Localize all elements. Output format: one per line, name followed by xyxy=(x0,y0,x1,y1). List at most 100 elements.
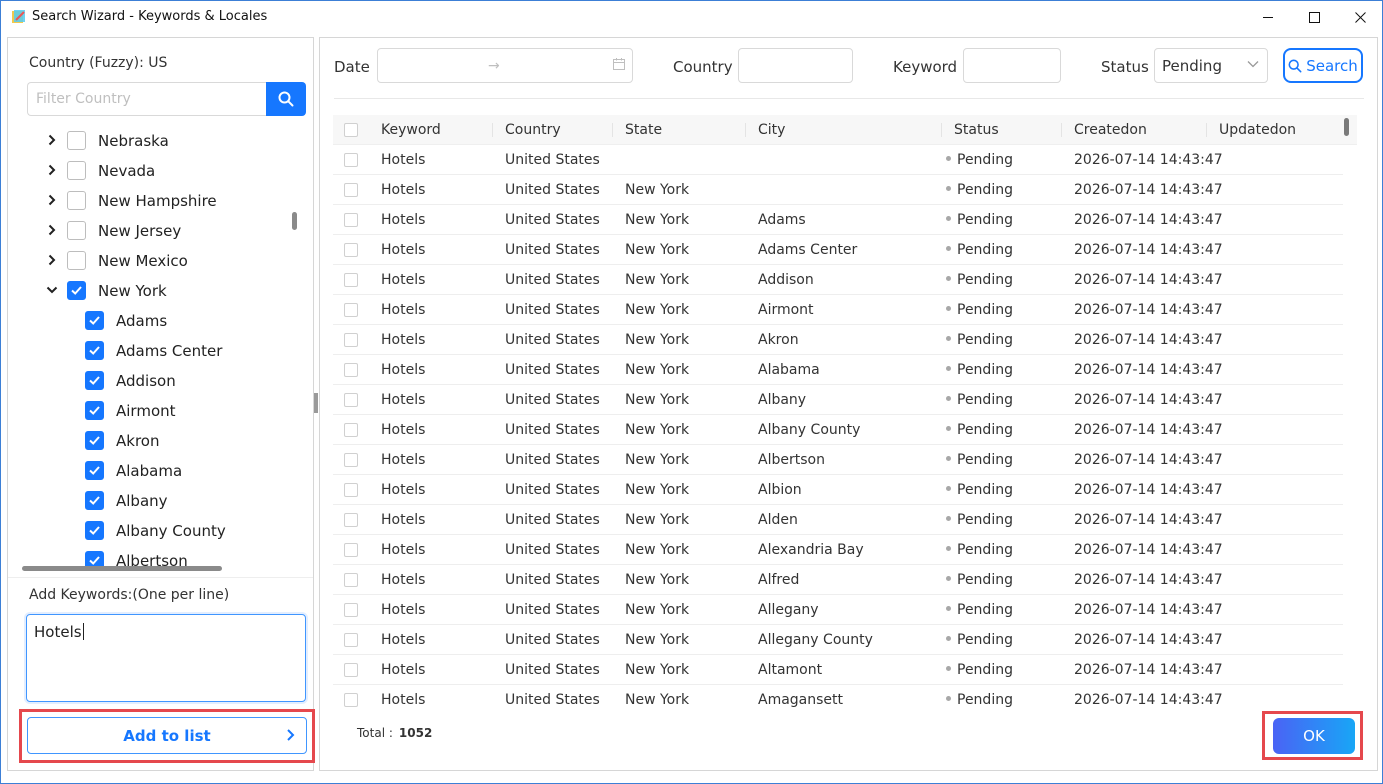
row-checkbox[interactable] xyxy=(344,453,358,467)
close-button[interactable] xyxy=(1337,1,1383,33)
column-header[interactable]: Country xyxy=(505,122,561,138)
tree-item[interactable]: Alabama xyxy=(8,456,298,486)
chevron-down-icon[interactable] xyxy=(46,284,58,296)
column-divider[interactable] xyxy=(745,123,746,137)
table-row[interactable]: Hotels United States New York Adams Center P… xyxy=(333,235,1343,265)
table-row[interactable]: Hotels United States New York Alfred Pending… xyxy=(333,565,1343,595)
select-all-checkbox[interactable] xyxy=(344,123,358,137)
chevron-right-icon[interactable] xyxy=(46,254,58,266)
tree-item-checkbox[interactable] xyxy=(67,281,86,300)
row-checkbox[interactable] xyxy=(344,363,358,377)
column-header[interactable]: Keyword xyxy=(381,122,441,138)
keyword-filter-input[interactable] xyxy=(963,48,1061,83)
keywords-textarea[interactable]: Hotels xyxy=(26,614,306,702)
tree-item[interactable]: Akron xyxy=(8,426,298,456)
tree-item[interactable]: Adams xyxy=(8,306,298,336)
table-row[interactable]: Hotels United States New York Airmont Pendin… xyxy=(333,295,1343,325)
maximize-button[interactable] xyxy=(1291,1,1337,33)
tree-item[interactable]: New Mexico xyxy=(8,246,298,276)
column-divider[interactable] xyxy=(1061,123,1062,137)
row-checkbox[interactable] xyxy=(344,213,358,227)
chevron-right-icon[interactable] xyxy=(46,134,58,146)
tree-item-checkbox[interactable] xyxy=(67,251,86,270)
tree-item[interactable]: Nebraska xyxy=(8,126,298,156)
column-header[interactable]: Updatedon xyxy=(1219,122,1296,138)
row-checkbox[interactable] xyxy=(344,513,358,527)
table-row[interactable]: Hotels United States New York Alabama Pendin… xyxy=(333,355,1343,385)
tree-item[interactable]: New York xyxy=(8,276,298,306)
tree-item-checkbox[interactable] xyxy=(67,161,86,180)
column-divider[interactable] xyxy=(941,123,942,137)
chevron-right-icon[interactable] xyxy=(46,194,58,206)
tree-item[interactable]: Airmont xyxy=(8,396,298,426)
row-checkbox[interactable] xyxy=(344,693,358,707)
tree-item[interactable]: Adams Center xyxy=(8,336,298,366)
table-row[interactable]: Hotels United States New York Adams Pending 2… xyxy=(333,205,1343,235)
row-checkbox[interactable] xyxy=(344,183,358,197)
column-divider[interactable] xyxy=(1206,123,1207,137)
column-divider[interactable] xyxy=(492,123,493,137)
ok-button[interactable]: OK xyxy=(1273,718,1355,754)
table-row[interactable]: Hotels United States New York Albany County… xyxy=(333,415,1343,445)
tree-item-checkbox[interactable] xyxy=(67,191,86,210)
row-checkbox[interactable] xyxy=(344,393,358,407)
search-button[interactable]: Search xyxy=(1283,48,1363,83)
row-checkbox[interactable] xyxy=(344,543,358,557)
tree-item-checkbox[interactable] xyxy=(85,371,104,390)
row-checkbox[interactable] xyxy=(344,633,358,647)
tree-vertical-scrollbar[interactable] xyxy=(292,212,297,230)
table-row[interactable]: Hotels United States New York Alden Pending 2… xyxy=(333,505,1343,535)
tree-horizontal-scrollbar[interactable] xyxy=(22,566,222,571)
table-row[interactable]: Hotels United States New York Pending 2026-0… xyxy=(333,175,1343,205)
row-checkbox[interactable] xyxy=(344,333,358,347)
tree-item[interactable]: Addison xyxy=(8,366,298,396)
add-to-list-button[interactable]: Add to list xyxy=(27,717,307,754)
tree-item-checkbox[interactable] xyxy=(85,341,104,360)
table-vertical-scrollbar[interactable] xyxy=(1344,118,1349,136)
row-checkbox[interactable] xyxy=(344,483,358,497)
row-checkbox[interactable] xyxy=(344,273,358,287)
tree-item-checkbox[interactable] xyxy=(85,311,104,330)
tree-item-checkbox[interactable] xyxy=(85,431,104,450)
filter-country-field[interactable] xyxy=(27,82,267,116)
column-header[interactable]: Status xyxy=(954,122,999,138)
row-checkbox[interactable] xyxy=(344,603,358,617)
tree-item[interactable]: Nevada xyxy=(8,156,298,186)
filter-search-button[interactable] xyxy=(266,82,306,116)
tree-item-checkbox[interactable] xyxy=(67,131,86,150)
country-filter-input[interactable] xyxy=(738,48,853,83)
column-divider[interactable] xyxy=(612,123,613,137)
table-row[interactable]: Hotels United States New York Amagansett Pen… xyxy=(333,685,1343,707)
tree-item-checkbox[interactable] xyxy=(67,221,86,240)
filter-country-input[interactable] xyxy=(28,83,267,115)
table-row[interactable]: Hotels United States New York Albertson Pend… xyxy=(333,445,1343,475)
table-row[interactable]: Hotels United States New York Addison Pendin… xyxy=(333,265,1343,295)
tree-item-checkbox[interactable] xyxy=(85,521,104,540)
tree-item[interactable]: Albany xyxy=(8,486,298,516)
column-header[interactable]: Createdon xyxy=(1074,122,1147,138)
tree-item-checkbox[interactable] xyxy=(85,401,104,420)
table-row[interactable]: Hotels United States New York Akron Pending 2… xyxy=(333,325,1343,355)
chevron-right-icon[interactable] xyxy=(46,224,58,236)
row-checkbox[interactable] xyxy=(344,243,358,257)
status-select[interactable]: Pending xyxy=(1154,48,1268,83)
table-row[interactable]: Hotels United States New York Allegany Pendi… xyxy=(333,595,1343,625)
table-row[interactable]: Hotels United States New York Albany Pending… xyxy=(333,385,1343,415)
column-header[interactable]: City xyxy=(758,122,785,138)
table-row[interactable]: Hotels United States Pending 2026-07-14 14:… xyxy=(333,145,1343,175)
table-row[interactable]: Hotels United States New York Albion Pending… xyxy=(333,475,1343,505)
row-checkbox[interactable] xyxy=(344,303,358,317)
panel-splitter[interactable] xyxy=(314,393,318,413)
table-row[interactable]: Hotels United States New York Allegany Coun… xyxy=(333,625,1343,655)
column-header[interactable]: State xyxy=(625,122,662,138)
table-row[interactable]: Hotels United States New York Altamont Pendi… xyxy=(333,655,1343,685)
minimize-button[interactable] xyxy=(1245,1,1291,33)
row-checkbox[interactable] xyxy=(344,423,358,437)
date-range-picker[interactable]: → xyxy=(377,48,633,83)
chevron-right-icon[interactable] xyxy=(46,164,58,176)
tree-item[interactable]: New Hampshire xyxy=(8,186,298,216)
tree-item-checkbox[interactable] xyxy=(85,491,104,510)
tree-item[interactable]: Albany County xyxy=(8,516,298,546)
row-checkbox[interactable] xyxy=(344,573,358,587)
table-row[interactable]: Hotels United States New York Alexandria Ba… xyxy=(333,535,1343,565)
